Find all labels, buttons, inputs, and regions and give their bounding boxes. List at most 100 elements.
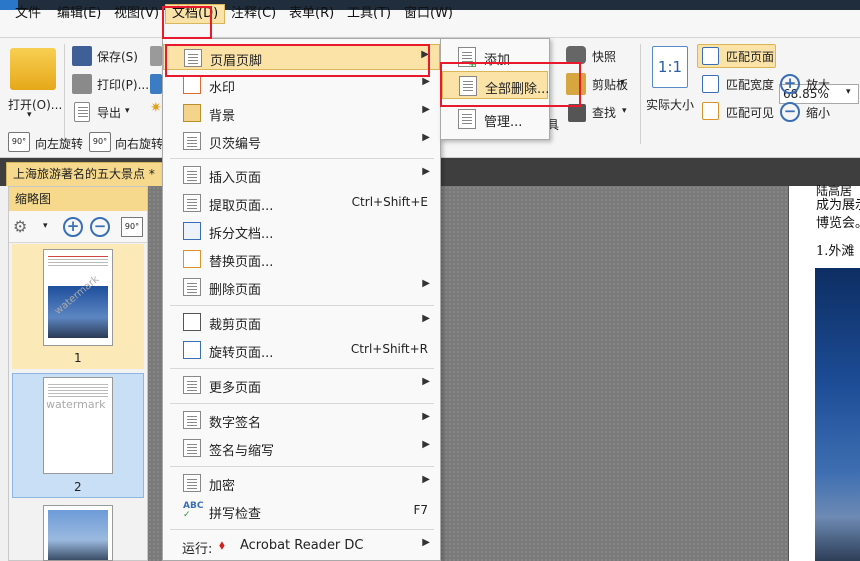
gear-icon[interactable]: ⚙ (13, 217, 27, 236)
print-button[interactable]: 打印(P)... (97, 76, 149, 93)
menu-item-run-with[interactable]: 运行: ⬧ Acrobat Reader DC ▶ (163, 533, 440, 561)
zoom-in-button[interactable]: 放大 (806, 76, 830, 93)
submenu-item-manage[interactable]: 管理... (442, 105, 548, 133)
crop-page-icon (183, 313, 201, 331)
insert-page-icon (183, 166, 201, 184)
save-button[interactable]: 保存(S) (97, 48, 138, 65)
gear-dropdown-arrow-icon[interactable]: ▾ (43, 221, 48, 231)
menu-item-more-pages[interactable]: 更多页面 ▶ (163, 372, 440, 398)
menu-item-rotate-pages[interactable]: 旋转页面... Ctrl+Shift+R (163, 337, 440, 363)
bates-numbering-icon (183, 132, 201, 150)
export-button[interactable]: 导出 (97, 104, 121, 121)
menu-separator (170, 529, 434, 530)
thumbnail-page-number-2: 2 (74, 480, 82, 494)
rotate-left-button[interactable]: 向左旋转 (35, 135, 83, 152)
thumb-photo-3 (48, 510, 108, 560)
replace-page-icon (183, 250, 201, 268)
menu-edit[interactable]: 编辑(E) (51, 4, 107, 24)
thumbnail-page-number: 1 (74, 351, 82, 365)
submenu-arrow-icon: ▶ (422, 474, 430, 485)
menu-item-insert-pages[interactable]: 插入页面 ▶ (163, 162, 440, 188)
thumb-text-lines (48, 256, 108, 257)
menu-item-crop-pages[interactable]: 裁剪页面 ▶ (163, 309, 440, 335)
export-dropdown-arrow-icon[interactable]: ▾ (125, 106, 130, 116)
digital-signature-icon (183, 411, 201, 429)
thumbnail-page-3[interactable] (43, 505, 113, 561)
menu-item-delete-pages[interactable]: 删除页面 ▶ (163, 274, 440, 300)
annotation-box-remove-all (440, 62, 581, 107)
fit-page-icon[interactable] (702, 47, 719, 65)
rotate-left-icon[interactable]: 90° (8, 132, 30, 152)
menu-separator (170, 368, 434, 369)
delete-page-icon (183, 278, 201, 296)
thumbnail-toolbar: ⚙ ▾ + − 90° (9, 211, 147, 243)
fit-width-icon[interactable] (702, 75, 719, 93)
menu-item-bates-numbering[interactable]: 贝茨编号 ▶ (163, 128, 440, 154)
thumbnail-page-2[interactable]: watermark (43, 377, 113, 474)
submenu-arrow-icon: ▶ (422, 411, 430, 422)
menu-form[interactable]: 表单(R) (283, 4, 340, 24)
rotate-right-button[interactable]: 向右旋转 (115, 135, 163, 152)
print-icon[interactable] (72, 74, 92, 94)
menu-item-background[interactable]: 背景 ▶ (163, 100, 440, 126)
manage-header-icon (458, 109, 476, 129)
zoom-out-button[interactable]: 缩小 (806, 104, 830, 121)
submenu-arrow-icon: ▶ (422, 76, 430, 87)
menu-window[interactable]: 窗口(W) (398, 4, 459, 24)
thumbnail-page-1[interactable]: watermark (43, 249, 113, 346)
submenu-arrow-icon: ▶ (422, 132, 430, 143)
more-pages-icon (183, 376, 201, 394)
open-button[interactable]: 打开(O)... (8, 96, 62, 113)
submenu-arrow-icon: ▶ (422, 104, 430, 115)
ribbon-separator-2 (640, 44, 641, 144)
fit-visible-button[interactable]: 匹配可见 (726, 104, 774, 121)
zoom-dropdown-arrow-icon[interactable]: ▾ (846, 87, 851, 97)
ribbon-separator (64, 44, 65, 144)
sparkle-icon[interactable]: ✷ (150, 100, 162, 116)
menu-item-sign-initials[interactable]: 签名与缩写 ▶ (163, 435, 440, 461)
actual-size-icon[interactable]: 1:1 (652, 46, 688, 88)
open-dropdown-arrow-icon[interactable]: ▾ (27, 110, 32, 120)
thumbnail-panel-title: 缩略图 (9, 187, 147, 211)
fit-width-button[interactable]: 匹配宽度 (726, 76, 774, 93)
snapshot-button[interactable]: 快照 (592, 48, 616, 65)
menu-item-extract-pages[interactable]: 提取页面... Ctrl+Shift+E (163, 190, 440, 216)
annotation-box-header-footer (165, 44, 430, 77)
rotate-right-icon[interactable]: 90° (89, 132, 111, 152)
find-dropdown-arrow-icon[interactable]: ▾ (622, 106, 627, 116)
menu-file[interactable]: 文件 (9, 4, 47, 24)
split-document-icon (183, 222, 201, 240)
menu-view[interactable]: 视图(V) (108, 4, 165, 24)
find-button[interactable]: 查找 (592, 104, 616, 121)
menu-item-spell-check[interactable]: ABC ✓ 拼写检查 F7 (163, 498, 440, 524)
menu-comment[interactable]: 注释(C) (225, 4, 282, 24)
partial-tool-icon-2[interactable] (150, 74, 162, 94)
menu-item-replace-pages[interactable]: 替换页面... (163, 246, 440, 272)
partial-tool-icon[interactable] (150, 46, 162, 66)
menu-tools[interactable]: 工具(T) (341, 4, 397, 24)
submenu-arrow-icon: ▶ (422, 439, 430, 450)
background-icon (183, 104, 201, 122)
zoom-out-icon[interactable]: − (780, 102, 800, 122)
menu-item-encrypt[interactable]: 加密 ▶ (163, 470, 440, 496)
thumb-text-lines-2 (48, 384, 108, 385)
fit-visible-icon[interactable] (702, 102, 719, 120)
page-heading: 1.外滩 (816, 244, 855, 259)
folder-open-icon[interactable] (10, 48, 56, 90)
submenu-arrow-icon: ▶ (422, 376, 430, 387)
save-icon[interactable] (72, 46, 92, 66)
thumb-zoom-out-icon[interactable]: − (90, 217, 110, 237)
fit-page-button[interactable]: 匹配页面 (726, 48, 774, 65)
thumb-zoom-in-icon[interactable]: + (63, 217, 83, 237)
export-icon[interactable] (74, 102, 90, 122)
rotate-page-icon (183, 341, 201, 359)
spell-check-icon: ABC ✓ (183, 501, 204, 520)
submenu-arrow-icon: ▶ (422, 166, 430, 177)
document-tab[interactable]: 上海旅游著名的五大景点 * (6, 162, 164, 186)
clipboard-dropdown-arrow-icon[interactable]: ▾ (620, 78, 625, 88)
menu-item-digital-signature[interactable]: 数字签名 ▶ (163, 407, 440, 433)
menu-item-split-document[interactable]: 拆分文档... (163, 218, 440, 244)
zoom-in-icon[interactable]: + (780, 74, 800, 94)
actual-size-button[interactable]: 实际大小 (646, 96, 694, 113)
thumb-rotate-icon[interactable]: 90° (121, 217, 143, 237)
